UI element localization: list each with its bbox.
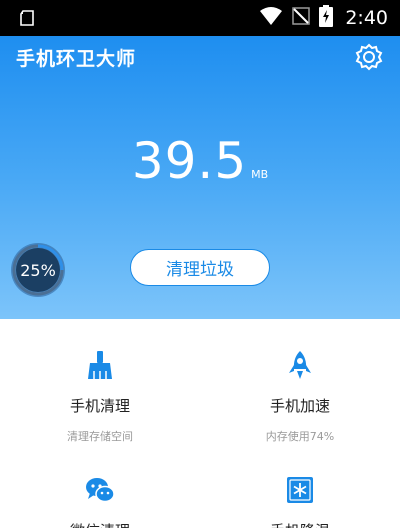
gear-icon[interactable] (354, 42, 384, 72)
no-signal-icon (291, 6, 311, 30)
battery-charging-icon (319, 5, 334, 31)
hero-panel: 手机环卫大师 39.5 MB 25% 清理垃圾 (0, 36, 400, 319)
feature-phone-clean[interactable]: 手机清理 清理存储空间 (0, 349, 200, 444)
wifi-icon (259, 6, 283, 30)
feature-wechat-clean[interactable]: 微信清理 (0, 474, 200, 528)
junk-size-readout: 39.5 MB (0, 132, 400, 190)
feature-phone-cool[interactable]: 手机降温 (200, 474, 400, 528)
app-title: 手机环卫大师 (16, 48, 137, 70)
wechat-icon (84, 474, 116, 506)
clean-junk-button[interactable]: 清理垃圾 (130, 249, 270, 286)
snowflake-icon (284, 474, 316, 506)
feature-sublabel: 内存使用74% (265, 430, 335, 443)
rocket-icon (284, 349, 316, 381)
broom-icon (84, 349, 116, 381)
junk-size-value: 39.5 (131, 132, 248, 190)
progress-percent-label: 25% (20, 260, 56, 280)
feature-grid: 手机清理 清理存储空间 手机加速 内存使用74% (0, 319, 400, 528)
feature-phone-boost[interactable]: 手机加速 内存使用74% (200, 349, 400, 444)
feature-label: 手机降温 (200, 520, 400, 528)
feature-label: 微信清理 (0, 520, 200, 528)
status-bar: 2:40 (0, 0, 400, 36)
feature-label: 手机加速 (269, 397, 330, 415)
feature-sublabel: 清理存储空间 (67, 430, 133, 443)
junk-size-unit: MB (251, 168, 269, 181)
feature-label: 手机清理 (69, 397, 130, 415)
sim-icon (18, 9, 36, 31)
clock: 2:40 (345, 7, 388, 29)
